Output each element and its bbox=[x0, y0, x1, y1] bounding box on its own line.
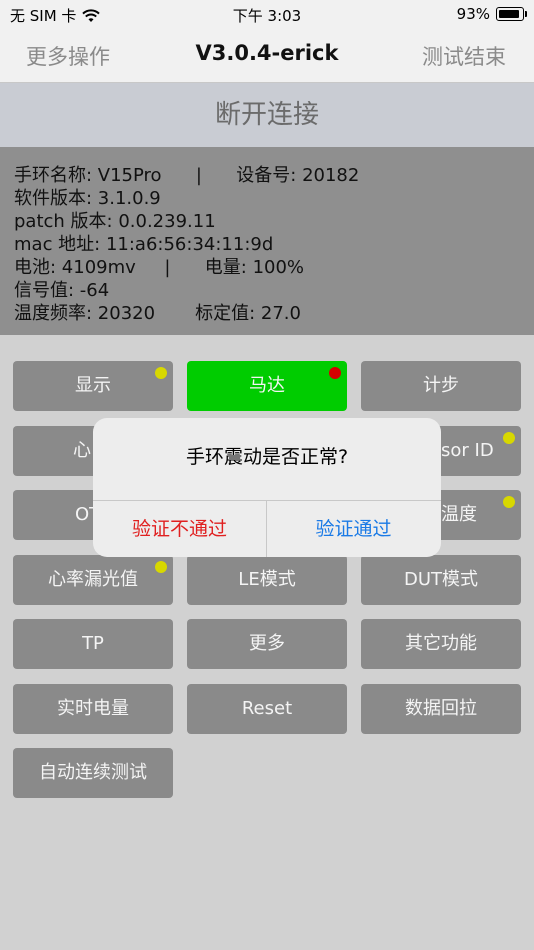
alert-dialog: 手环震动是否正常? 验证不通过 验证通过 bbox=[93, 418, 441, 557]
alert-message: 手环震动是否正常? bbox=[185, 446, 349, 468]
verify-pass-button[interactable]: 验证通过 bbox=[267, 501, 440, 557]
verify-fail-button[interactable]: 验证不通过 bbox=[93, 501, 266, 557]
